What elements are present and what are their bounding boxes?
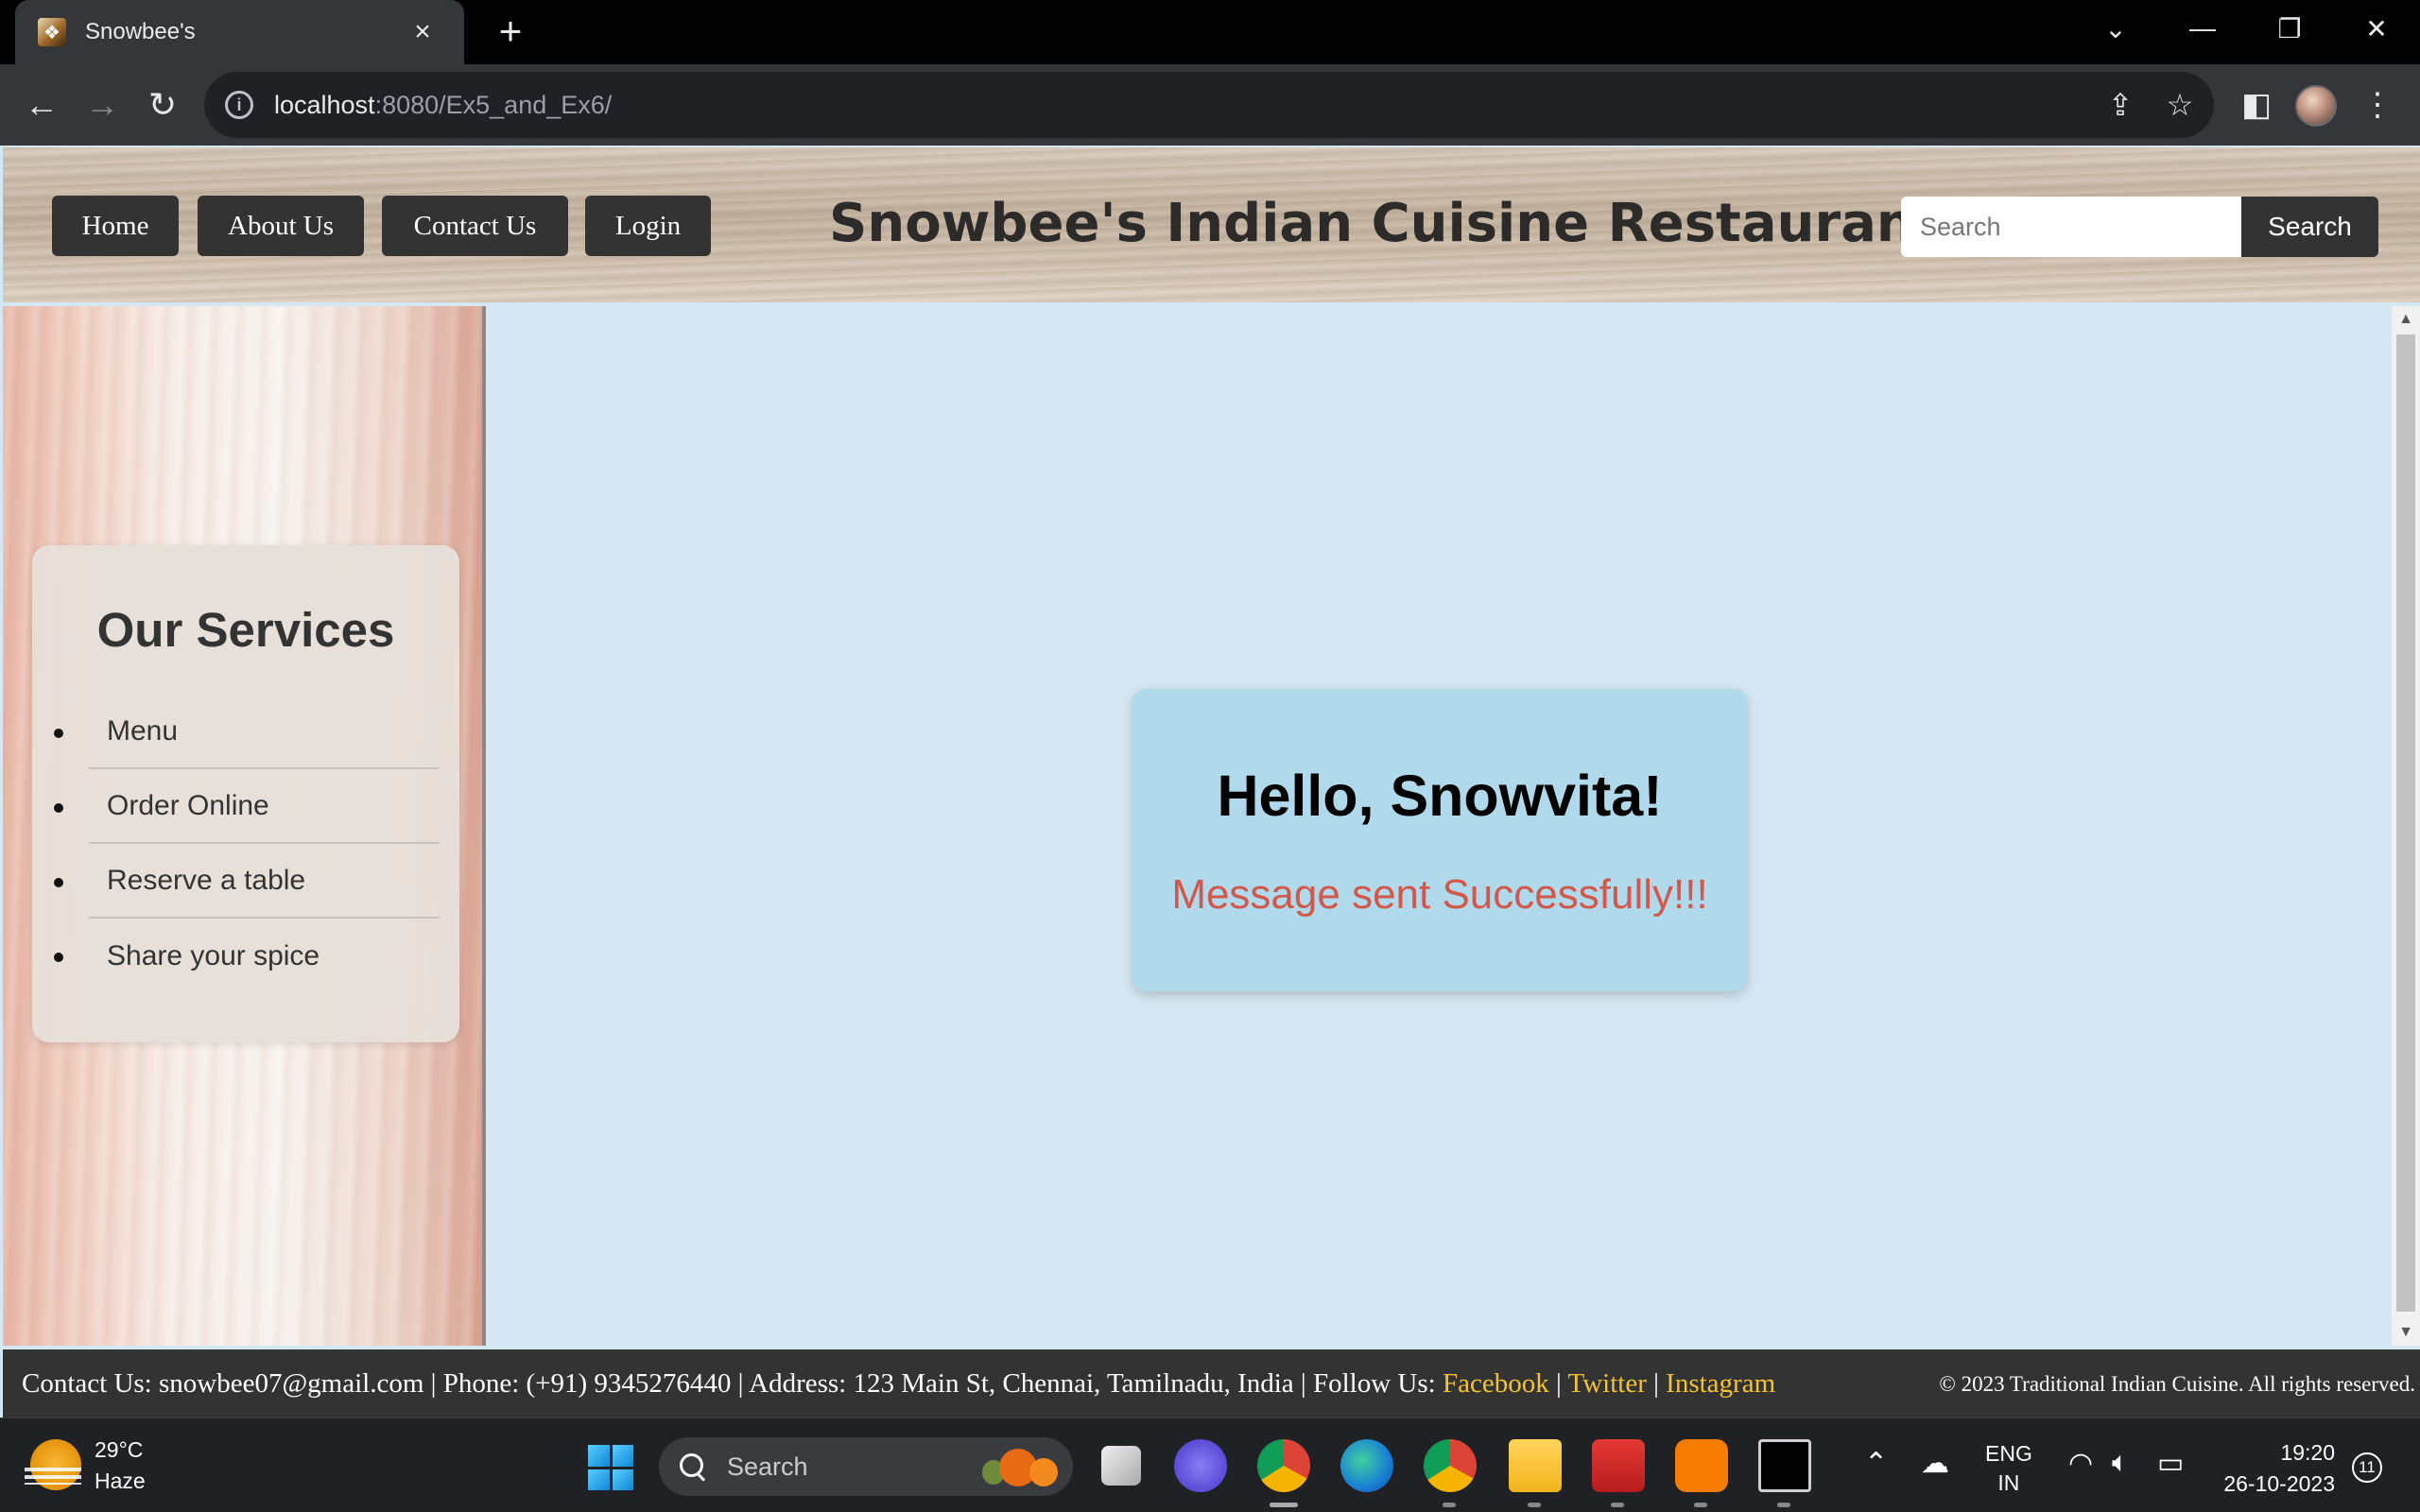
sidebar: Our Services Menu Order Online Reserve a… (3, 306, 486, 1346)
side-panel-icon[interactable]: ◧ (2233, 81, 2280, 129)
search-icon (678, 1452, 708, 1482)
service-share-spice-link[interactable]: Share your spice (54, 919, 440, 993)
language-code: ENG (1985, 1441, 2032, 1466)
taskbar-search[interactable]: Search (659, 1437, 1073, 1496)
service-reserve-table-link[interactable]: Reserve a table (54, 844, 440, 919)
site-footer: Contact Us: snowbee07@gmail.com | Phone:… (3, 1349, 2420, 1418)
tray-overflow-chevron-icon[interactable]: ⌃ (1864, 1447, 1888, 1480)
nav-login-button[interactable]: Login (585, 196, 711, 256)
weather-haze-icon[interactable] (25, 1439, 81, 1490)
browser-tabstrip: ❖ Snowbee's × + ⌄ — ❐ ✕ (0, 0, 2420, 64)
app-running-indicator (1694, 1503, 1707, 1507)
twitter-link[interactable]: Twitter (1568, 1368, 1647, 1399)
region-code: IN (1997, 1470, 2020, 1495)
windows-start-icon[interactable] (588, 1445, 633, 1490)
back-arrow-icon[interactable]: ← (16, 79, 67, 130)
clock-time: 19:20 (2280, 1440, 2335, 1465)
main-content: Hello, Snowvita! Message sent Successful… (490, 306, 2392, 1346)
share-icon[interactable]: ⇪ (2099, 83, 2142, 127)
star-icon[interactable]: ☆ (2158, 83, 2202, 127)
facebook-link[interactable]: Facebook (1443, 1368, 1549, 1399)
service-menu-link[interactable]: Menu (54, 695, 440, 769)
taskbar: 29°C Haze Search ⌃ ☁ ENG IN ◠ 🔈︎ ▭ 19:20 2… (0, 1418, 2420, 1512)
battery-icon[interactable]: ▭ (2157, 1447, 2184, 1480)
tab-search-chevron-icon[interactable]: ⌄ (2078, 0, 2153, 57)
minimize-icon[interactable]: — (2165, 0, 2240, 57)
forward-arrow-icon[interactable]: → (77, 79, 128, 130)
profile-avatar[interactable] (2295, 85, 2337, 127)
weather-temperature[interactable]: 29°C (95, 1437, 143, 1463)
close-window-icon[interactable]: ✕ (2339, 0, 2414, 57)
notification-badge[interactable]: 11 (2352, 1452, 2382, 1483)
footer-separator: | (1646, 1368, 1667, 1399)
xampp-icon[interactable] (1675, 1439, 1728, 1492)
service-order-online-link[interactable]: Order Online (54, 769, 440, 844)
browser-tab[interactable]: ❖ Snowbee's × (15, 0, 464, 64)
footer-separator: | (1548, 1368, 1568, 1399)
teams-chat-icon[interactable] (1174, 1439, 1227, 1492)
scroll-down-icon[interactable]: ▼ (2392, 1319, 2420, 1346)
message-card: Hello, Snowvita! Message sent Successful… (1132, 689, 1747, 991)
taskbar-search-label: Search (727, 1452, 808, 1481)
browser-toolbar: ← → ↻ i localhost:8080/Ex5_and_Ex6/ ⇪ ☆ … (0, 64, 2420, 146)
task-view-icon[interactable] (1101, 1446, 1141, 1486)
scroll-thumb[interactable] (2396, 335, 2415, 1312)
more-menu-icon[interactable]: ⋮ (2354, 81, 2401, 129)
site-favicon-icon: ❖ (38, 18, 66, 46)
app-running-indicator (1611, 1503, 1624, 1507)
address-bar[interactable]: i localhost:8080/Ex5_and_Ex6/ ⇪ ☆ (204, 72, 2214, 138)
pumpkin-icon (978, 1445, 1062, 1488)
nav-contact-button[interactable]: Contact Us (382, 196, 568, 256)
page-viewport: Home About Us Contact Us Login Snowbee's… (0, 146, 2420, 1418)
mcafee-icon[interactable] (1592, 1439, 1645, 1492)
terminal-icon[interactable] (1758, 1439, 1811, 1492)
tab-title: Snowbee's (85, 19, 196, 44)
footer-copyright: © 2023 Traditional Indian Cuisine. All r… (1939, 1372, 2415, 1396)
reload-icon[interactable]: ↻ (137, 79, 188, 130)
nav-home-button[interactable]: Home (52, 196, 179, 256)
system-clock[interactable]: 19:20 26-10-2023 (2212, 1437, 2335, 1500)
weather-description[interactable]: Haze (95, 1469, 146, 1494)
greeting-heading: Hello, Snowvita! (1217, 764, 1663, 828)
services-card: Our Services Menu Order Online Reserve a… (32, 545, 459, 1042)
wifi-icon[interactable]: ◠ (2068, 1447, 2093, 1480)
app-running-indicator (1528, 1503, 1541, 1507)
instagram-link[interactable]: Instagram (1666, 1368, 1775, 1399)
services-heading: Our Services (96, 603, 395, 657)
new-tab-button[interactable]: + (487, 8, 534, 55)
url-text: localhost:8080/Ex5_and_Ex6/ (274, 90, 613, 119)
site-title: Snowbee's Indian Cuisine Restaurant (829, 193, 1940, 254)
app-running-indicator (1443, 1503, 1456, 1507)
search-input[interactable] (1901, 197, 2241, 257)
success-message: Message sent Successfully!!! (1171, 871, 1708, 918)
page-scrollbar[interactable]: ▲ ▼ (2392, 306, 2420, 1346)
chrome-profile-icon[interactable] (1424, 1439, 1477, 1492)
clock-date: 26-10-2023 (2223, 1471, 2335, 1496)
restore-icon[interactable]: ❐ (2252, 0, 2327, 57)
footer-contact-text: Contact Us: snowbee07@gmail.com | Phone:… (22, 1368, 1443, 1399)
active-app-indicator (1270, 1503, 1298, 1507)
tab-close-icon[interactable]: × (404, 16, 441, 48)
scroll-up-icon[interactable]: ▲ (2392, 306, 2420, 333)
nav-about-button[interactable]: About Us (198, 196, 364, 256)
onedrive-cloud-icon[interactable]: ☁ (1921, 1447, 1949, 1480)
search-button[interactable]: Search (2241, 197, 2378, 257)
footer-contact: Contact Us: snowbee07@gmail.com | Phone:… (22, 1368, 1775, 1400)
volume-icon[interactable]: 🔈︎ (2112, 1447, 2129, 1479)
info-icon[interactable]: i (225, 91, 253, 119)
file-explorer-icon[interactable] (1509, 1439, 1562, 1492)
site-header: Home About Us Contact Us Login Snowbee's… (3, 147, 2420, 302)
language-indicator[interactable]: ENG IN (1985, 1439, 2032, 1498)
chrome-active-icon[interactable] (1257, 1439, 1310, 1492)
services-list: Menu Order Online Reserve a table Share … (54, 695, 440, 993)
app-running-indicator (1777, 1503, 1790, 1507)
edge-icon[interactable] (1340, 1439, 1393, 1492)
